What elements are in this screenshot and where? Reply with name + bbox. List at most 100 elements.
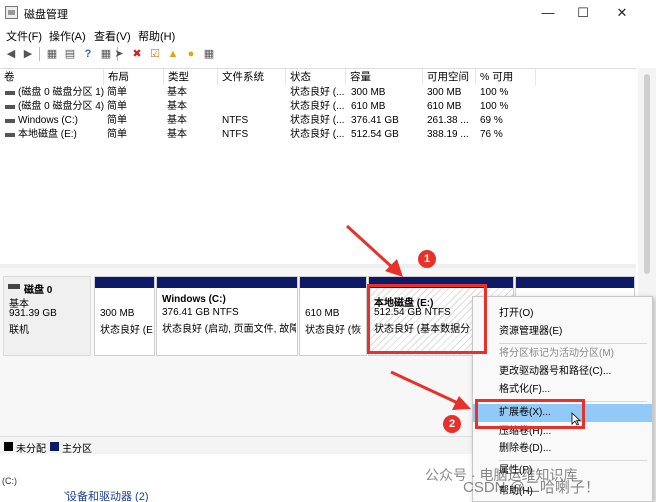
legend-unallocated: 未分配 xyxy=(16,444,46,455)
column-header-capacity[interactable]: 容量 xyxy=(346,69,423,85)
cell-type: 基本 xyxy=(167,115,187,126)
cell-volume: (磁盘 0 磁盘分区 4) xyxy=(18,101,105,112)
partition-status: 状态良好 (恢 xyxy=(305,325,362,336)
step-1-badge: 1 xyxy=(418,250,436,268)
help-icon[interactable]: ? xyxy=(80,46,96,62)
column-header-percent-free[interactable]: % 可用 xyxy=(476,69,536,85)
open-folder-icon[interactable]: ▲ xyxy=(165,46,181,62)
cell-volume: 本地磁盘 (E:) xyxy=(18,129,77,140)
disk-size: 931.39 GB xyxy=(9,308,57,319)
volume-icon xyxy=(5,91,15,95)
menu-item-delete-volume[interactable]: 删除卷(D)... xyxy=(473,440,652,458)
menu-separator xyxy=(499,460,647,461)
cell-capacity: 610 MB xyxy=(351,101,386,112)
back-icon[interactable]: ◀ xyxy=(3,46,19,62)
column-header-status[interactable]: 状态 xyxy=(286,69,346,85)
disk-0-label[interactable]: 磁盘 0 基本 931.39 GB 联机 xyxy=(3,276,91,356)
cell-status: 状态良好 (... xyxy=(290,115,345,126)
checklist-icon[interactable]: ☑ xyxy=(147,46,163,62)
cell-volume: (磁盘 0 磁盘分区 1) xyxy=(18,87,105,98)
cell-volume: Windows (C:) xyxy=(18,115,79,126)
partition-bar xyxy=(95,277,154,288)
delete-icon[interactable]: ✖ xyxy=(129,46,145,62)
cell-capacity: 512.54 GB xyxy=(351,129,399,140)
volume-list: 卷 布局 类型 文件系统 状态 容量 可用空间 % 可用 (磁盘 0 磁盘分区 … xyxy=(0,68,636,263)
cell-filesystem: NTFS xyxy=(222,129,249,140)
minimize-button[interactable]: — xyxy=(538,3,558,23)
menu-item-mark-active[interactable]: 将分区标记为活动分区(M) xyxy=(473,345,652,363)
forward-icon[interactable]: ▶ xyxy=(20,46,36,62)
cell-percent-free: 100 % xyxy=(480,87,509,98)
column-header-volume[interactable]: 卷 xyxy=(0,69,104,85)
window-title: 磁盘管理 xyxy=(24,9,68,21)
close-button[interactable]: ✕ xyxy=(612,3,632,23)
table-row[interactable]: Windows (C:) 简单 基本 NTFS 状态良好 (... 376.41… xyxy=(0,114,636,128)
cell-layout: 简单 xyxy=(107,115,127,126)
partition-title: Windows (C:) xyxy=(162,294,226,305)
cell-layout: 简单 xyxy=(107,129,127,140)
toolbar-separator xyxy=(39,47,40,61)
connect-icon[interactable]: ➤ xyxy=(111,46,127,62)
volume-icon xyxy=(5,105,15,109)
partition-status: 状态良好 (E xyxy=(100,325,153,336)
menu-item-change-drive-letter[interactable]: 更改驱动器号和路径(C)... xyxy=(473,363,652,381)
cell-free-space: 261.38 ... xyxy=(427,115,469,126)
search-folder-icon[interactable]: ● xyxy=(183,46,199,62)
menu-item-format[interactable]: 格式化(F)... xyxy=(473,381,652,399)
column-header-layout[interactable]: 布局 xyxy=(104,69,164,85)
maximize-button[interactable]: ☐ xyxy=(573,3,593,23)
cell-status: 状态良好 (... xyxy=(290,101,345,112)
cell-type: 基本 xyxy=(167,101,187,112)
table-row[interactable]: (磁盘 0 磁盘分区 1) 简单 基本 状态良好 (... 300 MB 300… xyxy=(0,86,636,100)
partition-size: 610 MB xyxy=(305,308,340,319)
menu-item-explorer[interactable]: 资源管理器(E) xyxy=(473,323,652,341)
scroll-thumb[interactable] xyxy=(644,74,650,274)
devices-and-drives-header[interactable]: 设备和驱动器 (2) xyxy=(66,488,149,502)
partition-windows-c[interactable]: Windows (C:) 376.41 GB NTFS 状态良好 (启动, 页面… xyxy=(156,276,298,356)
cell-capacity: 300 MB xyxy=(351,87,386,98)
cell-layout: 简单 xyxy=(107,101,127,112)
partition-status: 状态良好 (启动, 页面文件, 故障 xyxy=(162,324,296,335)
menu-item-open[interactable]: 打开(O) xyxy=(473,305,652,323)
cell-layout: 简单 xyxy=(107,87,127,98)
column-header-type[interactable]: 类型 xyxy=(164,69,218,85)
cell-type: 基本 xyxy=(167,87,187,98)
column-header-filesystem[interactable]: 文件系统 xyxy=(218,69,286,85)
toolbar: ◀ ▶ ▦ ▤ ? ▦ ➤ ✖ ☑ ▲ ● ▦ xyxy=(0,44,656,66)
menu-file[interactable]: 文件(F) xyxy=(6,28,42,44)
cell-percent-free: 76 % xyxy=(480,129,503,140)
cell-percent-free: 69 % xyxy=(480,115,503,126)
step-2-badge: 2 xyxy=(443,415,461,433)
properties-icon[interactable]: ▤ xyxy=(62,46,78,62)
cell-free-space: 300 MB xyxy=(427,87,462,98)
table-row[interactable]: 本地磁盘 (E:) 简单 基本 NTFS 状态良好 (... 512.54 GB… xyxy=(0,128,636,142)
menu-view[interactable]: 查看(V) xyxy=(94,28,131,44)
partition-efi[interactable]: 300 MB 状态良好 (E xyxy=(94,276,155,356)
menu-help[interactable]: 帮助(H) xyxy=(138,28,175,44)
partition-recovery[interactable]: 610 MB 状态良好 (恢 xyxy=(299,276,367,356)
legend-swatch-unallocated xyxy=(4,442,13,451)
cell-type: 基本 xyxy=(167,129,187,140)
legend-primary: 主分区 xyxy=(62,444,92,455)
disk-status: 联机 xyxy=(9,325,29,336)
title-bar: 磁盘管理 — ☐ ✕ xyxy=(0,0,656,26)
column-header-free-space[interactable]: 可用空间 xyxy=(423,69,476,85)
menu-bar: 文件(F) 操作(A) 查看(V) 帮助(H) xyxy=(0,26,656,46)
menu-separator xyxy=(499,343,647,344)
cell-capacity: 376.41 GB xyxy=(351,115,399,126)
partition-bar xyxy=(300,277,366,288)
partition-bar xyxy=(516,277,634,288)
table-row[interactable]: (磁盘 0 磁盘分区 4) 简单 基本 状态良好 (... 610 MB 610… xyxy=(0,100,636,114)
volume-icon xyxy=(5,119,15,123)
disk-name: 磁盘 0 xyxy=(24,285,53,296)
drive-c-label: (C:) xyxy=(2,476,17,486)
legend-swatch-primary xyxy=(50,442,59,451)
cell-percent-free: 100 % xyxy=(480,101,509,112)
cell-status: 状态良好 (... xyxy=(290,87,345,98)
chevron-down-icon[interactable]: ⌄ xyxy=(62,486,70,497)
volume-icon xyxy=(5,133,15,137)
console-tree-icon[interactable]: ▦ xyxy=(44,46,60,62)
options-icon[interactable]: ▦ xyxy=(201,46,217,62)
menu-action[interactable]: 操作(A) xyxy=(49,28,86,44)
partition-bar xyxy=(157,277,297,288)
